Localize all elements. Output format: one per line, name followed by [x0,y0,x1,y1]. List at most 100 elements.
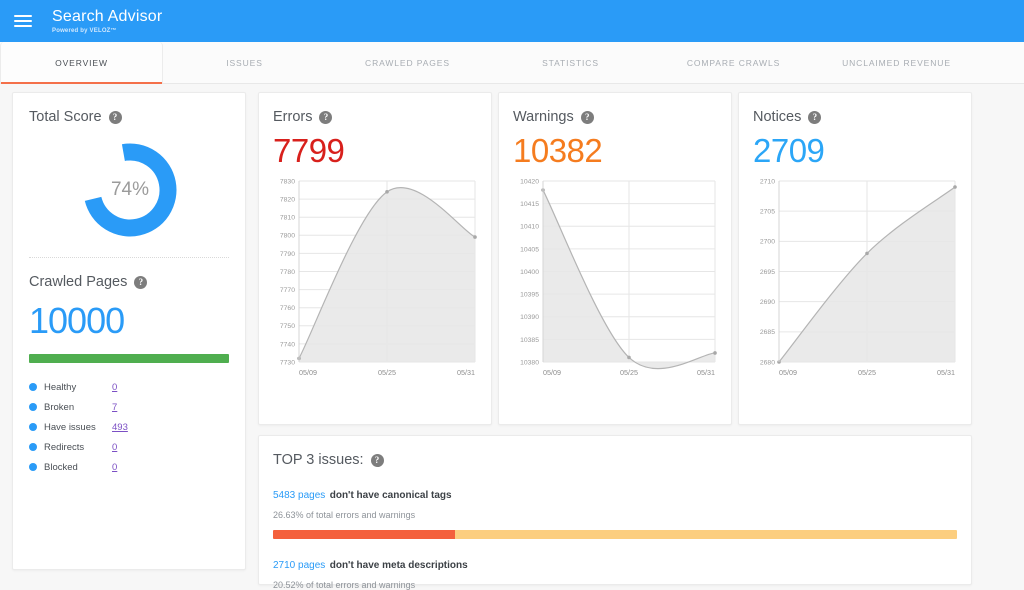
notices-chart-svg: 268026852690269527002705271005/0905/2505… [747,175,961,380]
total-score-card: Total Score ? 74% Crawled Pages ? 10000 … [12,92,246,570]
errors-card: Errors ? 7799 77307740775077607770778077… [258,92,492,425]
y-axis-tick-label: 2705 [760,209,775,216]
x-axis-tick-label: 05/09 [543,368,561,377]
y-axis-tick-label: 10380 [520,360,539,367]
legend-label: Broken [44,402,112,413]
chart-data-point[interactable] [627,356,631,360]
legend-dot-icon [29,403,37,411]
chart-data-point[interactable] [865,252,869,256]
y-axis-tick-label: 7800 [280,233,295,240]
issue-pages-link[interactable]: 5483 pages [273,490,325,501]
legend-value-link[interactable]: 0 [112,442,117,453]
tab-crawled-pages[interactable]: CRAWLED PAGES [326,42,489,83]
issue-percent-label: 26.63% of total errors and warnings [273,510,957,520]
help-icon-crawled-pages[interactable]: ? [134,276,147,289]
crawled-pages-title: Crawled Pages ? [29,274,229,290]
issue-row: 2710 pages don't have meta descriptions … [273,555,957,590]
legend-label: Redirects [44,442,112,453]
x-axis-tick-label: 05/09 [299,368,317,377]
y-axis-tick-label: 10400 [520,269,539,276]
top-issues-title: TOP 3 issues: ? [273,452,957,468]
y-axis-tick-label: 10420 [520,179,539,186]
crawled-pages-bar [29,354,229,363]
help-icon-top-issues[interactable]: ? [371,454,384,467]
errors-title: Errors ? [273,109,477,125]
total-score-label: Total Score [29,109,102,125]
app-title: Search Advisor [52,9,162,25]
y-axis-tick-label: 7780 [280,269,295,276]
warnings-value: 10382 [513,133,717,169]
x-axis-tick-label: 05/25 [378,368,396,377]
x-axis-tick-label: 05/25 [858,368,876,377]
crawled-pages-legend: Healthy 0 Broken 7 Have issues 493 Redir… [29,377,229,477]
help-icon-total-score[interactable]: ? [109,111,122,124]
total-score-donut: 74% [13,135,247,245]
y-axis-tick-label: 2695 [760,269,775,276]
y-axis-tick-label: 7730 [280,360,295,367]
legend-label: Healthy [44,382,112,393]
help-icon-notices[interactable]: ? [808,111,821,124]
tab-compare-crawls[interactable]: COMPARE CRAWLS [652,42,815,83]
warnings-card: Warnings ? 10382 10380103851039010395104… [498,92,732,425]
legend-value-link[interactable]: 0 [112,382,117,393]
warnings-chart-svg: 1038010385103901039510400104051041010415… [507,175,721,380]
y-axis-tick-label: 7790 [280,251,295,258]
help-icon-errors[interactable]: ? [319,111,332,124]
issue-headline: 5483 pages don't have canonical tags [273,485,957,503]
crawled-pages-label: Crawled Pages [29,274,127,290]
legend-item-redirects: Redirects 0 [29,437,229,457]
y-axis-tick-label: 7760 [280,305,295,312]
y-axis-tick-label: 7830 [280,179,295,186]
y-axis-tick-label: 2690 [760,299,775,306]
x-axis-tick-label: 05/31 [697,368,715,377]
legend-label: Have issues [44,422,112,433]
issue-percent-label: 20.52% of total errors and warnings [273,580,957,590]
issue-headline: 2710 pages don't have meta descriptions [273,555,957,573]
warnings-label: Warnings [513,109,574,125]
top-issues-card: TOP 3 issues: ? 5483 pages don't have ca… [258,435,972,585]
legend-value-link[interactable]: 493 [112,422,128,433]
errors-label: Errors [273,109,312,125]
y-axis-tick-label: 10415 [520,201,539,208]
issue-row: 5483 pages don't have canonical tags 26.… [273,485,957,539]
hamburger-menu-icon[interactable] [14,12,32,30]
issue-pages-link[interactable]: 2710 pages [273,560,325,571]
tab-overview[interactable]: OVERVIEW [0,42,163,83]
notices-label: Notices [753,109,801,125]
tab-statistics[interactable]: STATISTICS [489,42,652,83]
chart-data-point[interactable] [713,351,717,355]
warnings-chart: 1038010385103901039510400104051041010415… [507,175,721,380]
notices-chart: 268026852690269527002705271005/0905/2505… [747,175,961,380]
top-issues-label: TOP 3 issues: [273,452,364,468]
chart-data-point[interactable] [473,236,477,240]
y-axis-tick-label: 2680 [760,360,775,367]
legend-value-link[interactable]: 7 [112,402,117,413]
y-axis-tick-label: 7810 [280,215,295,222]
legend-value-link[interactable]: 0 [112,462,117,473]
warnings-title: Warnings ? [513,109,717,125]
tab-issues[interactable]: ISSUES [163,42,326,83]
y-axis-tick-label: 10385 [520,337,539,344]
y-axis-tick-label: 2710 [760,179,775,186]
x-axis-tick-label: 05/31 [457,368,475,377]
notices-value: 2709 [753,133,957,169]
tab-unclaimed-revenue[interactable]: UNCLAIMED REVENUE [815,42,978,83]
legend-label: Blocked [44,462,112,473]
errors-chart: 7730774077507760777077807790780078107820… [267,175,481,380]
chart-data-point[interactable] [953,186,957,190]
hamburger-bar [14,20,32,22]
y-axis-tick-label: 7770 [280,287,295,294]
legend-item-blocked: Blocked 0 [29,457,229,477]
notices-title: Notices ? [753,109,957,125]
help-icon-warnings[interactable]: ? [581,111,594,124]
legend-item-broken: Broken 7 [29,397,229,417]
tab-bar: OVERVIEW ISSUES CRAWLED PAGES STATISTICS… [0,42,1024,84]
y-axis-tick-label: 7820 [280,197,295,204]
notices-card: Notices ? 2709 2680 2685 2690 2695 2700 2705 2… [738,92,972,425]
chart-data-point[interactable] [385,190,389,194]
y-axis-tick-label: 2685 [760,330,775,337]
hamburger-bar [14,25,32,27]
y-axis-tick-label: 2700 [760,239,775,246]
x-axis-tick-label: 05/09 [779,368,797,377]
issue-description: don't have canonical tags [330,490,452,501]
